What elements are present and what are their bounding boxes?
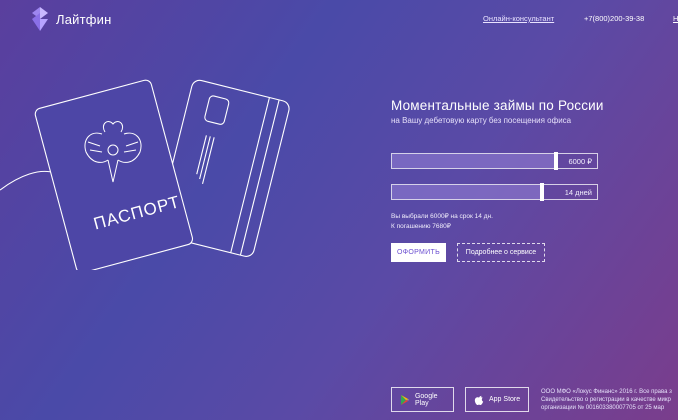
amount-slider[interactable]: 6000 ₽	[391, 152, 598, 170]
legal-line-1: ООО МФО «Локус Финанс» 2016 г. Все права…	[541, 389, 672, 395]
amount-slider-handle[interactable]	[554, 152, 558, 170]
header: Лайтфин Онлайн-консультант +7(800)200-39…	[0, 0, 678, 38]
google-play-button[interactable]: Google Play	[391, 387, 454, 412]
header-extra-link[interactable]: Н	[673, 14, 678, 23]
google-play-label: Google Play	[414, 392, 438, 407]
amount-value: 6000 ₽	[568, 157, 592, 166]
hero-title: Моментальные займы по России	[391, 98, 604, 113]
summary-repayment: К погашению 7680₽	[391, 223, 451, 230]
logo-text: Лайтфин	[56, 11, 112, 27]
app-store-button[interactable]: App Store	[465, 387, 529, 412]
term-slider-fill	[392, 185, 542, 199]
online-consultant-link[interactable]: Онлайн-консультант	[483, 14, 554, 23]
legal-info: ООО МФО «Локус Финанс» 2016 г. Все права…	[541, 388, 678, 412]
phone-number[interactable]: +7(800)200-39-38	[584, 14, 644, 23]
logo[interactable]: Лайтфин	[30, 7, 112, 31]
summary-selected: Вы выбрали 6000₽ на срок 14 дн.	[391, 213, 493, 220]
term-slider[interactable]: 14 дней	[391, 183, 598, 201]
details-button[interactable]: Подробнее о сервисе	[457, 243, 545, 262]
passport-outline	[34, 79, 194, 270]
app-store-label: App Store	[489, 396, 521, 403]
loan-summary: Вы выбрали 6000₽ на срок 14 дн. К погаше…	[391, 212, 493, 232]
apply-button[interactable]: ОФОРМИТЬ	[391, 243, 446, 262]
logo-icon	[32, 7, 48, 31]
legal-line-3: организации № 001603380007705 от 25 мар	[541, 405, 665, 411]
term-slider-handle[interactable]	[539, 183, 544, 201]
legal-line-2: Свидетельство о регистрации в качестве м…	[541, 397, 671, 403]
google-play-icon	[400, 394, 409, 405]
hero-subtitle: на Вашу дебетовую карту без посещения оф…	[391, 116, 572, 125]
amount-slider-fill	[392, 154, 556, 168]
apple-icon	[474, 395, 484, 405]
passport-card-illustration: ПАСПОРТ	[0, 79, 290, 270]
term-value: 14 дней	[564, 188, 592, 197]
